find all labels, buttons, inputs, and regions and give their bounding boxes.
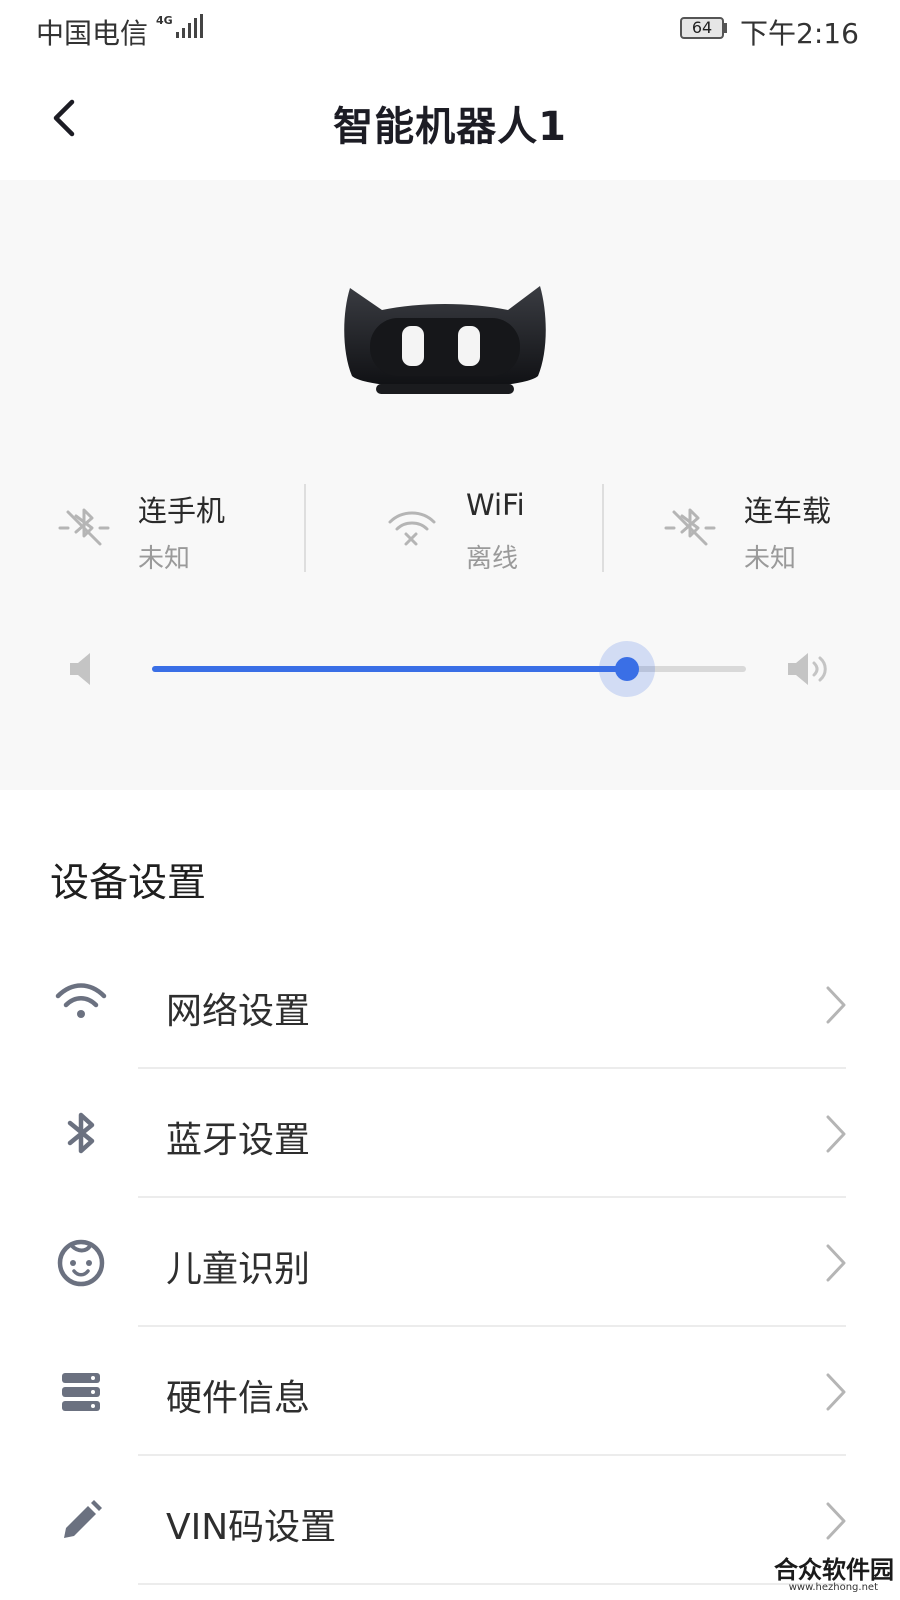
menu-item-child-recognition[interactable]: 儿童识别	[0, 1198, 900, 1327]
divider	[602, 484, 604, 572]
status-bar: 中国电信 4G 64 下午2:16	[0, 0, 900, 58]
server-icon	[62, 1373, 100, 1411]
page-title: 智能机器人1	[333, 104, 567, 150]
connection-status: 未知	[744, 544, 797, 574]
title-bar: 智能机器人1	[0, 70, 900, 180]
volume-slider-fill	[152, 666, 627, 672]
chevron-right-icon	[826, 1373, 846, 1411]
pencil-icon	[64, 1500, 102, 1538]
bluetooth-disabled-icon	[58, 508, 110, 546]
volume-control	[0, 635, 900, 705]
connection-status: 离线	[466, 544, 519, 574]
divider	[304, 484, 306, 572]
connection-label: 连车载	[744, 494, 832, 528]
volume-slider[interactable]	[152, 641, 746, 697]
menu-item-label: 硬件信息	[166, 1378, 311, 1419]
menu-item-label: 儿童识别	[166, 1249, 311, 1290]
battery-level: 64	[691, 18, 713, 37]
watermark: 合众软件园 www.hezhong.net	[760, 1550, 900, 1600]
watermark-url: www.hezhong.net	[788, 1582, 878, 1593]
child-face-icon	[57, 1239, 105, 1287]
network-type: 4G	[156, 14, 173, 27]
volume-slider-thumb[interactable]	[599, 641, 655, 697]
menu-item-label: 蓝牙设置	[166, 1120, 311, 1161]
volume-low-icon[interactable]	[66, 649, 100, 689]
carrier-name: 中国电信	[36, 17, 149, 50]
chevron-right-icon	[826, 1244, 846, 1282]
bluetooth-icon	[67, 1112, 95, 1154]
robot-image	[344, 286, 546, 394]
watermark-name: 合众软件园	[774, 1556, 894, 1584]
connection-label: WiFi	[466, 488, 525, 522]
wifi-off-icon	[388, 511, 436, 546]
connection-phone[interactable]: 连手机 未知	[56, 480, 256, 580]
volume-high-icon[interactable]	[784, 649, 834, 689]
clock: 下午2:16	[740, 17, 859, 50]
menu-item-hardware-info[interactable]: 硬件信息	[0, 1327, 900, 1456]
bluetooth-disabled-icon	[664, 508, 716, 546]
connection-car[interactable]: 连车载 未知	[662, 480, 862, 580]
menu-item-bluetooth-settings[interactable]: 蓝牙设置	[0, 1069, 900, 1198]
settings-list: 网络设置 蓝牙设置 儿童识别 硬件信息 VIN码设置	[0, 940, 900, 1585]
menu-item-network-settings[interactable]: 网络设置	[0, 940, 900, 1069]
connection-status: 未知	[138, 544, 191, 574]
menu-item-label: 网络设置	[166, 991, 311, 1032]
device-panel: 连手机 未知 WiFi 离线 连车载 未知	[0, 180, 900, 790]
chevron-right-icon	[826, 1502, 846, 1540]
connection-wifi[interactable]: WiFi 离线	[384, 480, 564, 580]
connection-label: 连手机	[138, 494, 226, 528]
chevron-right-icon	[826, 1115, 846, 1153]
wifi-icon	[55, 983, 107, 1018]
signal-icon	[176, 14, 203, 38]
divider	[138, 1583, 846, 1585]
volume-slider-knob	[615, 657, 639, 681]
battery-icon: 64	[680, 17, 728, 39]
chevron-right-icon	[826, 986, 846, 1024]
connection-status-row: 连手机 未知 WiFi 离线 连车载 未知	[0, 480, 900, 580]
section-title: 设备设置	[50, 861, 207, 906]
menu-item-label: VIN码设置	[166, 1507, 337, 1548]
